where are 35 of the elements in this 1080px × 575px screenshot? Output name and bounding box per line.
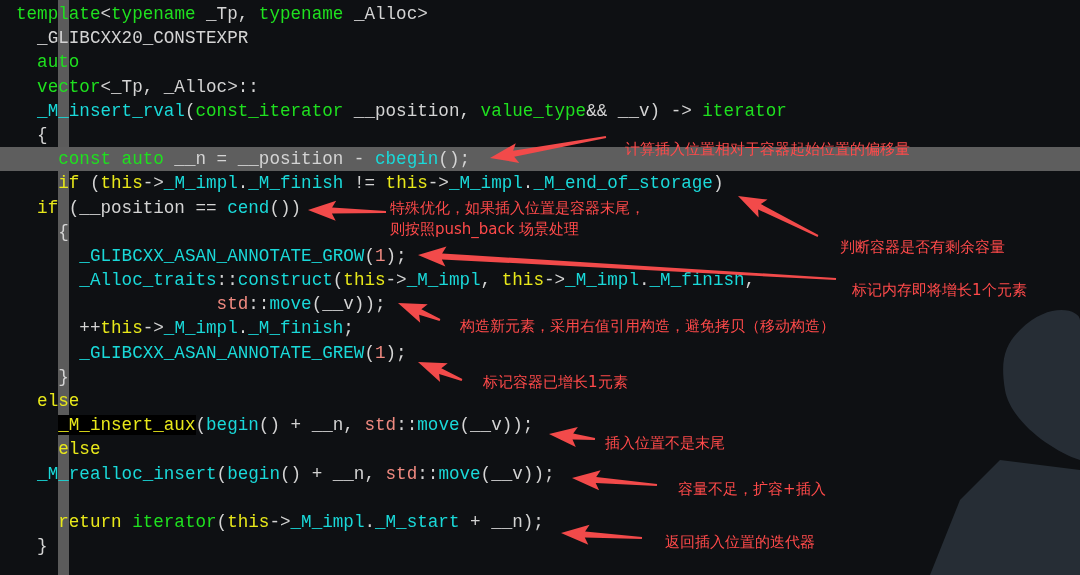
code-line: _M_realloc_insert(begin() + __n, std::move(__v)); bbox=[36, 463, 555, 484]
code-line: { bbox=[36, 124, 48, 145]
code-line: _GLIBCXX_ASAN_ANNOTATE_GROW(1); bbox=[78, 245, 407, 266]
annotation-text: 则按照push_back 场景处理 bbox=[390, 219, 581, 240]
annotation-text: 标记容器已增长1元素 bbox=[483, 372, 628, 393]
arrow bbox=[398, 303, 441, 323]
code-line: _M_insert_rval(const_iterator __position, value_type&& __v) -> iterator bbox=[36, 100, 787, 121]
code-line: } bbox=[36, 536, 48, 557]
annotation-text: 计算插入位置相对于容器起始位置的偏移量 bbox=[625, 139, 910, 160]
code-line: } bbox=[57, 366, 69, 387]
code-line: else bbox=[36, 391, 80, 411]
code-line: { bbox=[57, 221, 69, 242]
code-line: _M_insert_aux(begin() + __n, std::move(__v)); bbox=[57, 415, 534, 436]
arrow bbox=[549, 427, 596, 447]
code-line: _GLIBCXX_ASAN_ANNOTATE_GREW(1); bbox=[78, 342, 407, 363]
code-line: ++this->_M_impl._M_finish; bbox=[78, 318, 354, 339]
code-line: return iterator(this->_M_impl._M_start + __n); bbox=[57, 511, 544, 532]
annotation-text: 标记内存即将增长1个元素 bbox=[852, 280, 1027, 301]
annotation-text: 返回插入位置的迭代器 bbox=[665, 532, 815, 553]
code-line: if (this->_M_impl._M_finish != this->_M_impl._M_end_of_storage) bbox=[57, 173, 724, 194]
annotation-text: 插入位置不是末尾 bbox=[605, 433, 725, 454]
code-line: auto bbox=[36, 52, 80, 73]
code-line: std::move(__v)); bbox=[215, 294, 386, 315]
code-line: _Alloc_traits::construct(this->_M_impl, this->_M_impl._M_finish, bbox=[78, 270, 756, 291]
code-line: vector<_Tp, _Alloc>:: bbox=[36, 76, 259, 97]
code-line: template<typename _Tp, typename _Alloc> bbox=[16, 4, 428, 24]
annotation-text: 构造新元素，采用右值引用构造，避免拷贝（移动构造） bbox=[460, 316, 835, 337]
annotation-text: 容量不足，扩容+插入 bbox=[678, 479, 826, 500]
code-line: else bbox=[57, 439, 101, 460]
code-line: _GLIBCXX20_CONSTEXPR bbox=[36, 28, 249, 49]
arrow bbox=[418, 362, 463, 382]
annotation-text: 判断容器是否有剩余容量 bbox=[840, 237, 1005, 258]
code-line: const auto __n = __position - cbegin(); bbox=[57, 149, 471, 170]
code-line: if (__position == cend()) bbox=[36, 197, 302, 218]
annotation-text: 特殊优化，如果插入位置是容器末尾， bbox=[390, 198, 645, 219]
